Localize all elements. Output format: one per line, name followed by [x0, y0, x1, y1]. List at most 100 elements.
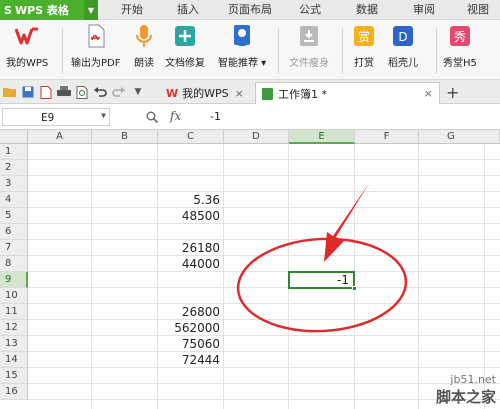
gridline — [28, 239, 500, 240]
tab-data[interactable]: 数据 — [356, 0, 378, 20]
my-wps-button[interactable]: 我的WPS — [6, 24, 48, 69]
tab-workbook1[interactable]: 工作簿1 * × — [255, 82, 440, 104]
tab-my-wps[interactable]: W 我的WPS × — [160, 82, 250, 104]
row-header-1[interactable]: 1 — [0, 144, 28, 160]
row-header-11[interactable]: 11 — [0, 304, 28, 320]
open-folder-icon[interactable] — [3, 85, 17, 99]
tab-page-layout[interactable]: 页面布局 — [228, 0, 272, 20]
tab-formulas[interactable]: 公式 — [299, 0, 321, 20]
row-header-12[interactable]: 12 — [0, 320, 28, 336]
wps-logo-icon — [15, 24, 39, 48]
cell-c7[interactable]: 26180 — [158, 240, 224, 256]
reward-button[interactable]: 赏 打赏 — [352, 24, 376, 69]
close-icon[interactable]: × — [235, 87, 244, 100]
read-aloud-label: 朗读 — [134, 58, 154, 69]
wps-logo-icon: W — [166, 86, 179, 100]
ribbon-divider — [436, 28, 437, 74]
cell-c12[interactable]: 562000 — [158, 320, 224, 336]
column-header-g[interactable]: G — [419, 130, 500, 144]
save-icon[interactable] — [21, 85, 35, 99]
row-header-9[interactable]: 9 — [0, 272, 28, 288]
read-aloud-button[interactable]: 朗读 — [132, 24, 156, 69]
cell-c13[interactable]: 75060 — [158, 336, 224, 352]
doc-repair-label: 文档修复 — [165, 58, 205, 69]
svg-text:赏: 赏 — [358, 30, 370, 44]
daoke-button[interactable]: D 稻壳儿 — [388, 24, 418, 69]
chevron-down-icon[interactable]: ▼ — [101, 111, 106, 120]
export-pdf-quick-icon[interactable] — [39, 85, 53, 99]
row-header-15[interactable]: 15 — [0, 368, 28, 384]
row-header-10[interactable]: 10 — [0, 288, 28, 304]
insert-function-button[interactable]: fx — [170, 109, 181, 123]
app-menu-button[interactable]: S WPS 表格 ▼ — [0, 0, 98, 20]
gridline — [28, 319, 500, 320]
gridline — [28, 191, 500, 192]
cell-c4[interactable]: 5.36 — [158, 192, 224, 208]
print-icon[interactable] — [57, 85, 71, 99]
tab-review[interactable]: 审阅 — [413, 0, 435, 20]
cell-c8[interactable]: 44000 — [158, 256, 224, 272]
select-all-corner[interactable] — [0, 130, 28, 144]
file-slim-button[interactable]: 文件瘦身 — [289, 24, 329, 69]
close-icon[interactable]: × — [424, 87, 433, 100]
spreadsheet-grid[interactable]: A B C D E F G 1 2 3 4 5 6 7 8 9 10 11 12… — [0, 130, 500, 409]
new-tab-plus-icon[interactable]: + — [446, 83, 459, 102]
redo-icon[interactable] — [111, 85, 125, 99]
row-header-8[interactable]: 8 — [0, 256, 28, 272]
tab-home[interactable]: 开始 — [121, 0, 143, 20]
row-header-3[interactable]: 3 — [0, 176, 28, 192]
row-header-14[interactable]: 14 — [0, 352, 28, 368]
quick-access-bar: ▼ W 我的WPS × 工作簿1 * × + — [0, 80, 500, 104]
row-header-16[interactable]: 16 — [0, 384, 28, 400]
column-header-c[interactable]: C — [158, 130, 224, 144]
cell-c14[interactable]: 72444 — [158, 352, 224, 368]
tab-insert[interactable]: 插入 — [177, 0, 199, 20]
row-header-7[interactable]: 7 — [0, 240, 28, 256]
gridline — [28, 351, 500, 352]
column-header-b[interactable]: B — [92, 130, 158, 144]
ribbon: 我的WPS 输出为PDF 朗读 文档修复 智能推荐 ▾ 文件瘦身 赏 打赏 D … — [0, 20, 500, 80]
tab-view[interactable]: 视图 — [467, 0, 489, 20]
column-header-e[interactable]: E — [289, 130, 355, 144]
print-preview-icon[interactable] — [75, 85, 89, 99]
wps-spreadsheet-window: S WPS 表格 ▼ 开始 插入 页面布局 公式 数据 审阅 视图 我的WPS … — [0, 0, 500, 409]
gridline — [28, 223, 500, 224]
app-name: WPS 表格 — [14, 4, 69, 17]
watermark-brand: 脚本之家 — [435, 388, 496, 406]
show-h5-button[interactable]: 秀 秀堂H5 — [443, 24, 477, 69]
row-header-13[interactable]: 13 — [0, 336, 28, 352]
cell-c5[interactable]: 48500 — [158, 208, 224, 224]
cell-c11[interactable]: 26800 — [158, 304, 224, 320]
name-box[interactable]: E9 ▼ — [2, 108, 110, 126]
gridline — [28, 271, 500, 272]
reward-icon: 赏 — [352, 24, 376, 48]
smart-recommend-label: 智能推荐 ▾ — [218, 58, 267, 69]
export-pdf-label: 输出为PDF — [71, 58, 121, 69]
doc-repair-button[interactable]: 文档修复 — [165, 24, 205, 69]
chevron-down-icon[interactable]: ▼ — [84, 0, 98, 20]
gridline — [418, 144, 419, 409]
cell-e9[interactable]: -1 — [289, 272, 355, 288]
row-header-5[interactable]: 5 — [0, 208, 28, 224]
daoke-label: 稻壳儿 — [388, 58, 418, 69]
customize-chevron-icon[interactable]: ▼ — [131, 85, 145, 99]
file-slim-label: 文件瘦身 — [289, 58, 329, 69]
column-header-d[interactable]: D — [224, 130, 289, 144]
undo-icon[interactable] — [93, 85, 107, 99]
wps-logo-icon: S — [4, 3, 12, 17]
tab-workbook1-label: 工作簿1 * — [278, 87, 327, 101]
zoom-search-icon[interactable] — [146, 111, 159, 126]
formula-input[interactable]: -1 — [210, 110, 221, 123]
watermark: jb51.net 脚本之家 — [436, 373, 496, 407]
my-wps-label: 我的WPS — [6, 58, 49, 69]
cell-reference: E9 — [41, 110, 55, 124]
smart-recommend-button[interactable]: 智能推荐 ▾ — [218, 24, 266, 69]
gridline — [28, 303, 500, 304]
row-header-2[interactable]: 2 — [0, 160, 28, 176]
export-pdf-button[interactable]: 输出为PDF — [71, 24, 120, 69]
row-header-6[interactable]: 6 — [0, 224, 28, 240]
microphone-icon — [132, 24, 156, 48]
row-header-4[interactable]: 4 — [0, 192, 28, 208]
column-header-a[interactable]: A — [28, 130, 92, 144]
column-header-f[interactable]: F — [355, 130, 419, 144]
